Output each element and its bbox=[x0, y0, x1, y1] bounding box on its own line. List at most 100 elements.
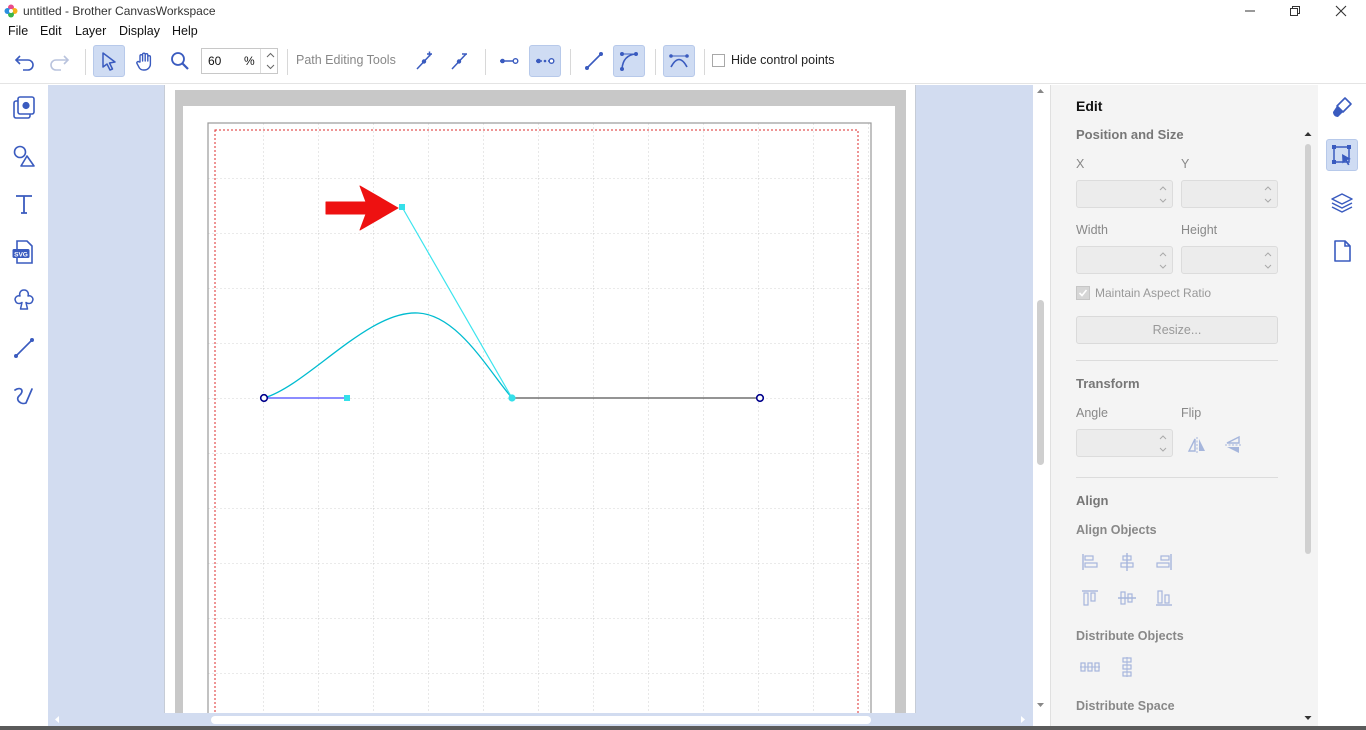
horizontal-scroll-thumb[interactable] bbox=[211, 716, 871, 724]
layers-tab[interactable] bbox=[1326, 187, 1358, 219]
straight-line-icon bbox=[585, 52, 603, 70]
y-stepper[interactable] bbox=[1181, 180, 1278, 208]
angle-stepper[interactable] bbox=[1076, 429, 1173, 457]
menu-layer[interactable]: Layer bbox=[75, 24, 106, 38]
add-point-button[interactable] bbox=[408, 45, 440, 77]
hand-icon bbox=[136, 52, 152, 71]
minimize-button[interactable] bbox=[1227, 0, 1273, 22]
angle-increase[interactable] bbox=[1158, 431, 1168, 443]
align-top-button[interactable] bbox=[1079, 587, 1101, 609]
edit-panel: Edit Position and Size X Y Width Height … bbox=[1050, 85, 1318, 726]
vertical-scroll-thumb[interactable] bbox=[1037, 300, 1044, 465]
distribute-horizontal-button[interactable] bbox=[1079, 656, 1101, 678]
svg-import-button[interactable]: SVG bbox=[8, 236, 40, 268]
text-button[interactable] bbox=[8, 188, 40, 220]
menu-edit[interactable]: Edit bbox=[40, 24, 62, 38]
align-top-icon bbox=[1082, 590, 1098, 606]
minimize-icon bbox=[1245, 10, 1255, 12]
toolbar: % Path Editing Tools bbox=[0, 40, 1366, 84]
width-decrease[interactable] bbox=[1158, 260, 1168, 272]
height-label: Height bbox=[1181, 223, 1218, 237]
y-decrease[interactable] bbox=[1263, 194, 1273, 206]
control-handle-point-left[interactable] bbox=[344, 395, 350, 401]
remove-anchor-icon bbox=[451, 53, 467, 70]
x-stepper[interactable] bbox=[1076, 180, 1173, 208]
align-center-button[interactable] bbox=[1116, 551, 1138, 573]
text-icon bbox=[16, 195, 32, 214]
page-tab[interactable] bbox=[1326, 235, 1358, 267]
split-points-button[interactable] bbox=[529, 45, 561, 77]
x-label: X bbox=[1076, 157, 1085, 171]
resize-button[interactable]: Resize... bbox=[1076, 316, 1278, 344]
draw-tool-button[interactable] bbox=[8, 380, 40, 412]
x-increase[interactable] bbox=[1158, 182, 1168, 194]
align-bottom-button[interactable] bbox=[1153, 587, 1175, 609]
align-right-button[interactable] bbox=[1153, 551, 1175, 573]
chevron-down-icon bbox=[1264, 264, 1272, 269]
app-window: untitled - Brother CanvasWorkspace File … bbox=[0, 0, 1366, 730]
align-middle-button[interactable] bbox=[1116, 587, 1138, 609]
height-stepper[interactable] bbox=[1181, 246, 1278, 274]
anchor-point-start[interactable] bbox=[259, 393, 269, 403]
canvas-vertical-scrollbar[interactable] bbox=[1033, 85, 1048, 713]
zoom-increase-button[interactable] bbox=[261, 49, 279, 61]
distribute-space-label: Distribute Space bbox=[1076, 699, 1175, 713]
shapes-button[interactable] bbox=[8, 140, 40, 172]
line-tool-icon bbox=[14, 338, 34, 358]
patterns-button[interactable] bbox=[8, 284, 40, 316]
hide-control-points-checkbox[interactable] bbox=[712, 54, 725, 67]
transform-heading: Transform bbox=[1076, 376, 1140, 391]
menu-help[interactable]: Help bbox=[172, 24, 198, 38]
canvas-horizontal-scrollbar[interactable] bbox=[48, 713, 1033, 726]
join-points-button[interactable] bbox=[493, 45, 525, 77]
menu-display[interactable]: Display bbox=[119, 24, 160, 38]
edit-panel-scrollbar[interactable] bbox=[1300, 126, 1316, 726]
corner-curve-icon bbox=[669, 54, 689, 68]
zoom-decrease-button[interactable] bbox=[261, 61, 279, 73]
restore-button[interactable] bbox=[1272, 0, 1318, 22]
flip-vertical-button[interactable] bbox=[1222, 434, 1244, 456]
angle-decrease[interactable] bbox=[1158, 443, 1168, 455]
width-stepper[interactable] bbox=[1076, 246, 1173, 274]
close-button[interactable] bbox=[1318, 0, 1364, 22]
title-bar: untitled - Brother CanvasWorkspace bbox=[0, 0, 1366, 22]
attributes-tab[interactable] bbox=[1326, 91, 1358, 123]
delete-point-button[interactable] bbox=[443, 45, 475, 77]
zoom-tool-button[interactable] bbox=[164, 45, 196, 77]
maintain-aspect-checkbox[interactable] bbox=[1076, 286, 1090, 300]
drawing-layer[interactable] bbox=[48, 85, 1033, 713]
edit-panel-scroll-thumb[interactable] bbox=[1305, 144, 1311, 554]
chevron-down-icon bbox=[1159, 264, 1167, 269]
canvas-area[interactable] bbox=[48, 85, 1033, 713]
flip-horizontal-button[interactable] bbox=[1186, 434, 1208, 456]
control-handle-point-top[interactable] bbox=[399, 204, 405, 210]
menu-file[interactable]: File bbox=[8, 24, 28, 38]
select-tool-button[interactable] bbox=[93, 45, 125, 77]
bottom-edge bbox=[0, 726, 1366, 730]
x-decrease[interactable] bbox=[1158, 194, 1168, 206]
zoom-input[interactable] bbox=[208, 54, 238, 68]
redo-button[interactable] bbox=[43, 45, 75, 77]
width-increase[interactable] bbox=[1158, 248, 1168, 260]
straight-line-button[interactable] bbox=[578, 45, 610, 77]
anchor-point-end[interactable] bbox=[755, 393, 765, 403]
height-increase[interactable] bbox=[1263, 248, 1273, 260]
pan-tool-button[interactable] bbox=[129, 45, 161, 77]
align-left-button[interactable] bbox=[1079, 551, 1101, 573]
edit-tab[interactable] bbox=[1326, 139, 1358, 171]
curve-line-button[interactable] bbox=[613, 45, 645, 77]
distribute-vertical-button[interactable] bbox=[1116, 656, 1138, 678]
y-increase[interactable] bbox=[1263, 182, 1273, 194]
chevron-up-icon bbox=[1159, 185, 1167, 190]
line-tool-button[interactable] bbox=[8, 332, 40, 364]
height-decrease[interactable] bbox=[1263, 260, 1273, 272]
layers-icon bbox=[1331, 193, 1353, 213]
svg-file-icon: SVG bbox=[12, 240, 33, 264]
smooth-corner-button[interactable] bbox=[663, 45, 695, 77]
anchor-point-selected[interactable] bbox=[508, 394, 516, 402]
chevron-down-icon bbox=[266, 64, 274, 70]
zoom-stepper[interactable]: % bbox=[201, 48, 278, 74]
scroll-up-icon bbox=[1304, 132, 1312, 136]
undo-button[interactable] bbox=[9, 45, 41, 77]
project-button[interactable] bbox=[8, 92, 40, 124]
